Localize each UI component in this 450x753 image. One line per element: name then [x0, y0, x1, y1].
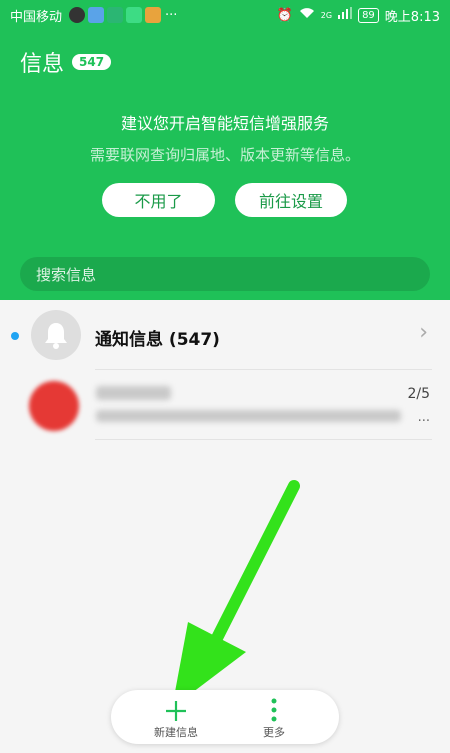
clock: 晚上8:13 — [384, 9, 440, 25]
app-notification-icon — [88, 7, 105, 23]
new-message-button[interactable]: 新建信息 — [147, 690, 205, 744]
wifi-icon — [299, 7, 315, 23]
message-count: 2/5 — [407, 386, 430, 402]
unread-count-badge: 547 — [72, 54, 112, 70]
status-bar: 中国移动 ··· ⏰ 2G 89 晚上8:13 — [0, 0, 450, 30]
maps-icon — [145, 7, 162, 23]
blurred-sender-name — [96, 386, 171, 400]
more-notifications: ··· — [165, 7, 178, 23]
bell-icon — [45, 323, 67, 349]
conversation-item[interactable]: 2/5 ... — [0, 370, 450, 440]
carrier-label: 中国移动 — [10, 9, 63, 25]
plus-icon — [166, 701, 186, 721]
search-input[interactable]: 搜索信息 — [20, 257, 430, 291]
more-button[interactable]: 更多 — [245, 690, 303, 744]
signal-icon — [338, 7, 353, 23]
bottom-action-bar: 新建信息 更多 — [111, 690, 339, 744]
promo-subtitle: 需要联网查询归属地、版本更新等信息。 — [89, 146, 360, 164]
conversation-item-notifications[interactable]: 通知信息 (547) › — [0, 300, 450, 370]
go-to-settings-button[interactable]: 前往设置 — [235, 183, 347, 217]
alarm-icon: ⏰ — [276, 7, 293, 23]
play-store-icon — [126, 7, 143, 23]
battery-icon: 89 — [358, 7, 379, 23]
app-notification-icon — [107, 7, 124, 23]
decline-button[interactable]: 不用了 — [102, 183, 215, 217]
more-label: 更多 — [263, 726, 285, 739]
blurred-message-preview — [96, 410, 401, 422]
page-title: 信息 — [20, 52, 65, 77]
avatar — [31, 310, 81, 360]
avatar — [29, 381, 79, 431]
search-placeholder: 搜索信息 — [36, 265, 97, 284]
conversation-title: 通知信息 (547) — [95, 330, 220, 350]
messages-header: 信息 547 建议您开启智能短信增强服务 需要联网查询归属地、版本更新等信息。 … — [0, 30, 450, 300]
preview-ellipsis: ... — [417, 410, 430, 425]
promo-title: 建议您开启智能短信增强服务 — [120, 114, 329, 133]
more-vertical-icon — [271, 698, 277, 722]
app-notification-icon — [69, 7, 86, 23]
network-type: 2G — [320, 10, 333, 20]
unread-dot — [11, 332, 19, 340]
chevron-right-icon: › — [419, 320, 428, 345]
new-message-label: 新建信息 — [154, 726, 198, 739]
divider — [95, 439, 432, 440]
